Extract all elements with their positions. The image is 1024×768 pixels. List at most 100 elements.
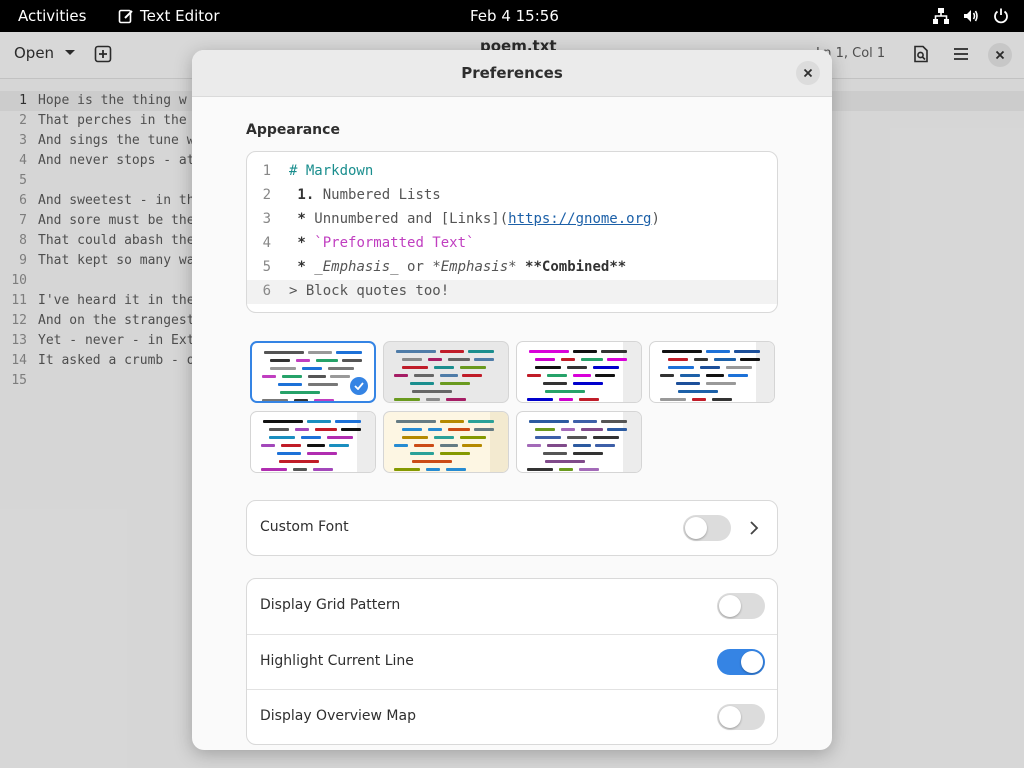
preview-line-text: * Unnumbered and [Links](https://gnome.o… <box>289 211 659 227</box>
scheme-preview-bar <box>712 398 732 401</box>
scheme-preview-bar <box>262 399 288 401</box>
scheme-preview-bar <box>402 428 422 431</box>
text-editor-icon <box>118 9 133 24</box>
font-listbox: Custom Font <box>246 500 778 556</box>
highlight-line-row[interactable]: Highlight Current Line <box>247 634 777 690</box>
system-tray[interactable] <box>932 7 1010 25</box>
style-scheme-option[interactable] <box>516 411 642 473</box>
preview-token: > Block quotes too! <box>289 283 450 299</box>
style-scheme-option[interactable] <box>383 411 509 473</box>
scheme-preview-bar <box>527 444 541 447</box>
scheme-preview-bar <box>414 374 434 377</box>
app-menu[interactable]: Text Editor <box>118 7 220 25</box>
scheme-preview-bar <box>543 452 567 455</box>
scheme-preview-bar <box>668 358 688 361</box>
preview-line: 5 * _Emphasis_ or *Emphasis* **Combined*… <box>247 256 777 280</box>
preview-token: * <box>289 235 306 251</box>
preview-line-text: 1. Numbered Lists <box>289 187 441 203</box>
scheme-preview-bar <box>414 444 434 447</box>
overview-map-row[interactable]: Display Overview Map <box>247 689 777 744</box>
style-scheme-option[interactable] <box>250 341 376 403</box>
scheme-preview-bar <box>660 374 674 377</box>
scheme-preview-bar <box>559 398 573 401</box>
scheme-preview-bar <box>394 374 408 377</box>
scheme-preview-bar <box>527 374 541 377</box>
scheme-preview-bar <box>412 390 452 393</box>
scheme-preview-bar <box>593 366 619 369</box>
scheme-preview-bar <box>316 359 338 362</box>
scheme-preview-bar <box>607 428 627 431</box>
overview-map-label: Display Overview Map <box>260 708 416 724</box>
app-name: Text Editor <box>140 7 220 25</box>
power-icon <box>994 8 1008 24</box>
style-scheme-option[interactable] <box>250 411 376 473</box>
scheme-preview-bar <box>315 428 337 431</box>
scheme-preview-bar <box>402 366 428 369</box>
dialog-close-button[interactable] <box>796 61 820 85</box>
scheme-preview-bar <box>308 375 326 378</box>
scheme-preview-bar <box>270 359 290 362</box>
top-bar: Activities Text Editor Feb 4 15:56 <box>0 0 1024 32</box>
scheme-preview-bar <box>280 391 320 394</box>
custom-font-row[interactable]: Custom Font <box>247 501 777 555</box>
preview-line: 1 # Markdown <box>247 160 777 184</box>
style-preview: 1 # Markdown 2 1. Numbered Lists 3 * Unnumb… <box>246 151 778 313</box>
appearance-section-title: Appearance <box>246 122 340 138</box>
scheme-preview-bar <box>692 398 706 401</box>
preferences-dialog: Preferences Appearance 1 # Markdown 2 1. N… <box>192 50 832 750</box>
scheme-preview-bar <box>293 468 307 471</box>
scheme-preview-bar <box>329 444 349 447</box>
scheme-preview-bar <box>581 428 603 431</box>
preview-line-number: 3 <box>262 211 271 227</box>
style-scheme-option[interactable] <box>649 341 775 403</box>
scheme-preview-bar <box>728 374 748 377</box>
custom-font-switch[interactable] <box>683 515 731 541</box>
scheme-preview-bar <box>676 382 700 385</box>
scheme-preview-bar <box>262 375 276 378</box>
scheme-preview-bar <box>301 436 321 439</box>
grid-pattern-label: Display Grid Pattern <box>260 597 401 613</box>
scheme-preview-bar <box>535 366 561 369</box>
scheme-preview-bar <box>328 367 354 370</box>
scheme-preview-bar <box>559 468 573 471</box>
preview-line: 2 1. Numbered Lists <box>247 184 777 208</box>
preview-token: Numbered Lists <box>314 187 441 203</box>
scheme-preview-bar <box>428 358 442 361</box>
scheme-preview-bar <box>561 358 575 361</box>
scheme-preview-bar <box>308 383 338 386</box>
scheme-preview-bar <box>263 420 303 423</box>
preview-line-number: 4 <box>262 235 271 251</box>
preview-token: or <box>398 259 433 275</box>
scheme-preview-bar <box>573 382 603 385</box>
style-scheme-option[interactable] <box>516 341 642 403</box>
scheme-preview-bar <box>448 358 470 361</box>
scheme-preview-bar <box>434 436 454 439</box>
preview-token: Unnumbered and [Links]( <box>305 211 509 227</box>
scheme-preview-bar <box>567 436 587 439</box>
activities-button[interactable]: Activities <box>18 7 86 25</box>
scheme-preview-bar <box>678 390 718 393</box>
scheme-preview-bar <box>440 420 464 423</box>
scheme-preview-bar <box>547 374 567 377</box>
scheme-preview-bar <box>726 366 752 369</box>
scheme-preview-bar <box>694 358 708 361</box>
preview-line: 3 * Unnumbered and [Links](https://gnome… <box>247 208 777 232</box>
scheme-preview-bar <box>545 390 585 393</box>
scheme-preview-bar <box>595 374 615 377</box>
highlight-line-switch[interactable] <box>717 649 765 675</box>
scheme-preview-bar <box>529 420 569 423</box>
style-scheme-option[interactable] <box>383 341 509 403</box>
scheme-preview-bar <box>261 444 275 447</box>
preview-line: 6 > Block quotes too! <box>247 280 777 304</box>
scheme-preview-bar <box>607 358 627 361</box>
scheme-preview-bar <box>468 350 494 353</box>
scheme-preview-bar <box>460 436 486 439</box>
scheme-preview-bar <box>734 350 760 353</box>
grid-pattern-switch[interactable] <box>717 593 765 619</box>
scheme-preview-bar <box>595 444 615 447</box>
scheme-preview-bar <box>462 444 482 447</box>
grid-pattern-row[interactable]: Display Grid Pattern <box>247 579 777 634</box>
chevron-right-icon <box>750 521 759 535</box>
clock[interactable]: Feb 4 15:56 <box>470 7 559 25</box>
overview-map-switch[interactable] <box>717 704 765 730</box>
